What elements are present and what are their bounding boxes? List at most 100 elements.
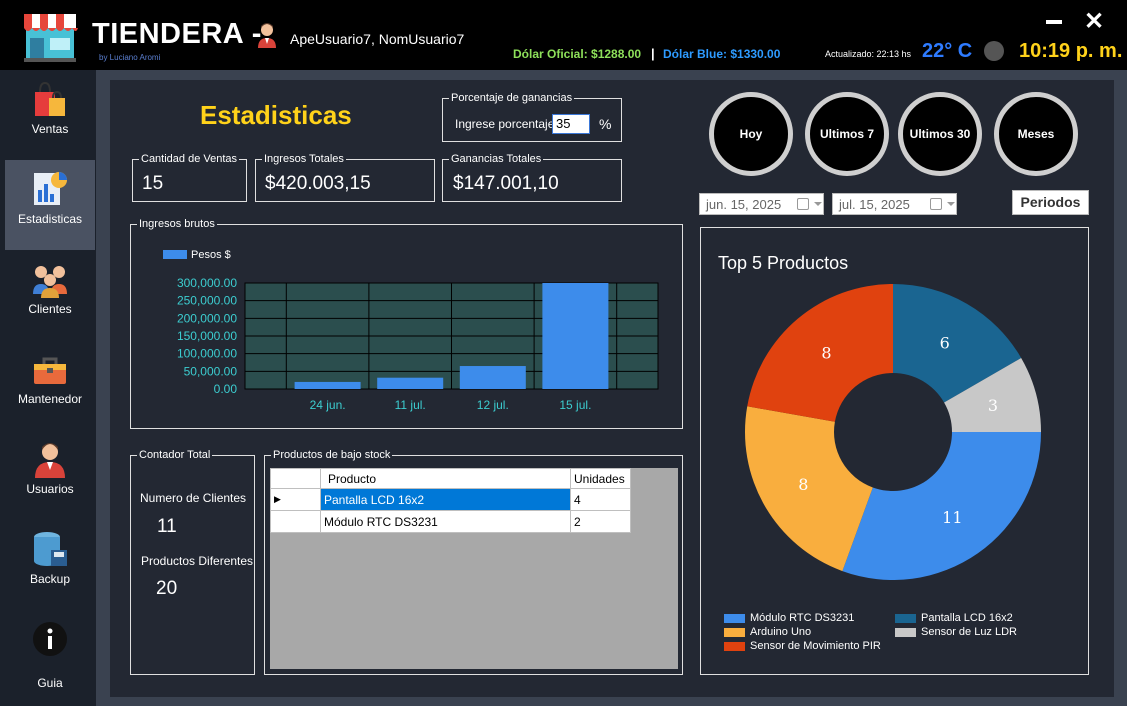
y-tick-label: 200,000.00 bbox=[177, 311, 237, 325]
bar bbox=[294, 381, 361, 389]
table-cell-unidades[interactable]: 2 bbox=[570, 510, 631, 533]
sidebar: Ventas Estadisticas Clientes Mantenedor … bbox=[0, 70, 96, 706]
sidebar-item-clientes[interactable]: Clientes bbox=[5, 250, 95, 340]
donut-slice bbox=[842, 432, 1041, 580]
legend-swatch bbox=[163, 250, 187, 259]
table-cell-unidades[interactable]: 4 bbox=[570, 488, 631, 511]
legend-item: Pantalla LCD 16x2 bbox=[921, 612, 1013, 624]
database-save-icon bbox=[34, 532, 67, 566]
ultimos-30-button[interactable]: Ultimos 30 bbox=[898, 92, 982, 176]
productos-diferentes-value: 20 bbox=[156, 578, 178, 599]
chevron-down-icon bbox=[947, 202, 955, 206]
date-to-picker[interactable]: jul. 15, 2025 bbox=[832, 193, 957, 215]
ganancias-totales-legend: Ganancias Totales bbox=[449, 152, 544, 166]
user-avatar-icon bbox=[258, 23, 276, 48]
sidebar-item-label: Ventas bbox=[31, 122, 69, 136]
bajo-stock-table: Producto Unidades ▶ Pantalla LCD 16x2 4 … bbox=[270, 468, 631, 533]
minimize-icon[interactable] bbox=[1046, 20, 1062, 24]
porcentaje-group: Porcentaje de ganancias Ingrese porcenta… bbox=[442, 91, 622, 142]
date-to-value: jul. 15, 2025 bbox=[839, 197, 910, 212]
contador-total-group: Contador Total Numero de Clientes 11 Pro… bbox=[130, 448, 255, 675]
table-row[interactable]: Módulo RTC DS3231 2 bbox=[270, 510, 631, 533]
ganancias-totales-box: Ganancias Totales $147.001,10 bbox=[442, 152, 622, 202]
numero-clientes-value: 11 bbox=[157, 516, 177, 537]
cantidad-ventas-value: 15 bbox=[142, 173, 164, 194]
ganancias-totales-value: $147.001,10 bbox=[453, 173, 559, 194]
y-tick-label: 50,000.00 bbox=[184, 364, 238, 378]
x-tick-label: 11 jul. bbox=[395, 398, 426, 412]
close-icon[interactable]: ✕ bbox=[1084, 10, 1104, 34]
temperature: 22° C bbox=[922, 40, 973, 62]
legend-swatch bbox=[724, 642, 745, 651]
y-tick-label: 100,000.00 bbox=[177, 347, 237, 361]
calendar-icon bbox=[797, 198, 809, 210]
sidebar-item-estadisticas[interactable]: Estadisticas bbox=[5, 160, 95, 250]
cantidad-ventas-box: Cantidad de Ventas 15 bbox=[132, 152, 247, 202]
bar bbox=[542, 283, 609, 389]
y-tick-label: 300,000.00 bbox=[177, 276, 237, 290]
table-row[interactable]: ▶ Pantalla LCD 16x2 4 bbox=[270, 488, 631, 511]
x-tick-label: 12 jul. bbox=[477, 398, 509, 412]
table-cell-producto[interactable]: Pantalla LCD 16x2 bbox=[320, 488, 571, 511]
sidebar-item-label: Guia bbox=[37, 676, 63, 690]
sidebar-item-label: Usuarios bbox=[26, 482, 74, 496]
bar bbox=[377, 377, 444, 389]
column-header-producto[interactable]: Producto bbox=[320, 468, 571, 489]
date-from-picker[interactable]: jun. 15, 2025 bbox=[699, 193, 824, 215]
cantidad-ventas-legend: Cantidad de Ventas bbox=[139, 152, 240, 166]
bajo-stock-grid[interactable]: Producto Unidades ▶ Pantalla LCD 16x2 4 … bbox=[270, 468, 678, 669]
sidebar-item-label: Clientes bbox=[28, 302, 72, 316]
y-tick-label: 250,000.00 bbox=[177, 294, 237, 308]
page-title: Estadisticas bbox=[200, 100, 352, 130]
legend-swatch bbox=[724, 628, 745, 637]
users-group-icon bbox=[33, 266, 67, 298]
sidebar-item-label: Mantenedor bbox=[17, 392, 83, 406]
slice-label: 6 bbox=[940, 333, 950, 352]
legend-swatch bbox=[724, 614, 745, 623]
user-icon bbox=[35, 443, 65, 478]
author-credit: by Luciano Aromi bbox=[99, 53, 161, 62]
porcentaje-input[interactable]: 35 bbox=[552, 114, 590, 134]
info-icon bbox=[33, 622, 67, 656]
title-bar: TIENDERA - by Luciano Aromi ApeUsuario7,… bbox=[0, 0, 1127, 70]
table-cell-producto[interactable]: Módulo RTC DS3231 bbox=[320, 510, 571, 533]
legend-label: Pesos $ bbox=[191, 249, 231, 261]
sidebar-item-label: Estadisticas bbox=[17, 212, 83, 226]
slice-label: 8 bbox=[821, 344, 831, 363]
numero-clientes-label: Numero de Clientes bbox=[140, 491, 247, 505]
slice-label: 8 bbox=[798, 475, 808, 494]
ultimos-7-button[interactable]: Ultimos 7 bbox=[805, 92, 889, 176]
donut-slice bbox=[747, 284, 893, 422]
sidebar-item-guia[interactable]: Guia bbox=[5, 610, 95, 700]
y-tick-label: 150,000.00 bbox=[177, 329, 237, 343]
sidebar-item-label: Backup bbox=[29, 572, 71, 586]
y-tick-label: 0.00 bbox=[214, 382, 238, 396]
porcentaje-legend: Porcentaje de ganancias bbox=[449, 91, 575, 105]
shopping-bags-icon bbox=[35, 81, 65, 116]
dolar-oficial: Dólar Oficial: $1288.00 bbox=[513, 47, 642, 61]
sidebar-item-mantenedor[interactable]: Mantenedor bbox=[5, 340, 95, 430]
periodos-button[interactable]: Periodos bbox=[1012, 190, 1089, 215]
legend-item: Sensor de Movimiento PIR bbox=[750, 640, 881, 652]
ingresos-totales-legend: Ingresos Totales bbox=[262, 152, 346, 166]
sidebar-item-backup[interactable]: Backup bbox=[5, 520, 95, 610]
dolar-blue: Dólar Blue: $1330.00 bbox=[663, 47, 781, 61]
x-tick-label: 24 jun. bbox=[310, 398, 346, 412]
weather-moon-icon bbox=[984, 41, 1004, 61]
contador-total-legend: Contador Total bbox=[137, 448, 213, 462]
legend-swatch bbox=[895, 614, 916, 623]
column-header-unidades[interactable]: Unidades bbox=[570, 468, 631, 489]
hoy-button[interactable]: Hoy bbox=[709, 92, 793, 176]
store-logo-icon bbox=[24, 14, 78, 62]
dolar-separator: | bbox=[651, 46, 655, 61]
sidebar-item-usuarios[interactable]: Usuarios bbox=[5, 430, 95, 520]
row-header-corner bbox=[270, 468, 321, 489]
slice-label: 11 bbox=[942, 508, 962, 527]
legend-swatch bbox=[895, 628, 916, 637]
row-selector bbox=[270, 510, 321, 533]
meses-button[interactable]: Meses bbox=[994, 92, 1078, 176]
sidebar-item-ventas[interactable]: Ventas bbox=[5, 70, 95, 160]
legend-item: Sensor de Luz LDR bbox=[921, 626, 1017, 638]
chevron-down-icon bbox=[814, 202, 822, 206]
updated-time: Actualizado: 22:13 hs bbox=[825, 49, 912, 59]
